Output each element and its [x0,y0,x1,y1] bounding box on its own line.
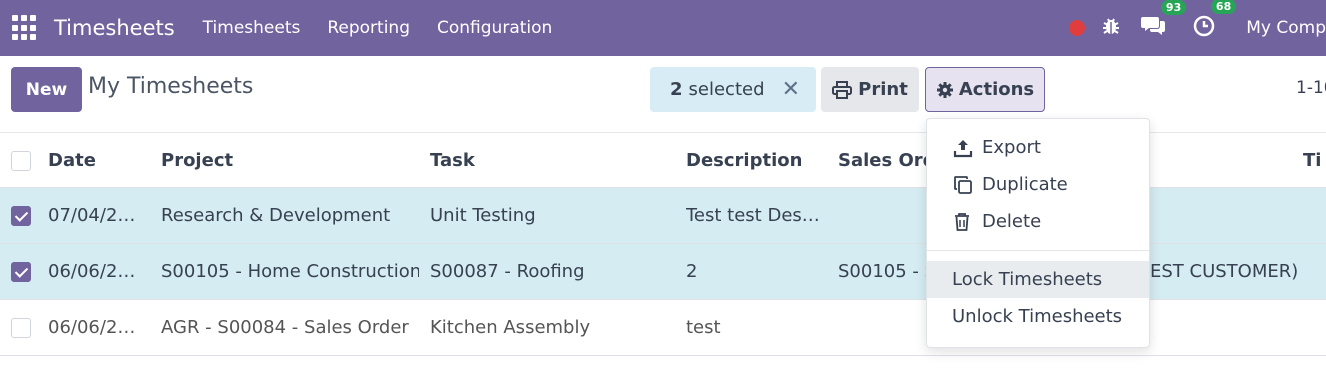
selected-count: 2 [670,79,683,100]
messages-count-badge: 93 [1160,0,1187,15]
menu-item-label: Export [982,137,1041,158]
cell-description: test [686,317,721,338]
row-checkbox[interactable] [11,262,31,282]
row-checkbox[interactable] [11,318,31,338]
col-task[interactable]: Task [430,133,680,187]
selection-indicator: 2 selected ✕ [650,67,816,112]
apps-menu-icon[interactable] [12,15,38,41]
actions-button[interactable]: Actions [925,67,1045,112]
menu-timesheets[interactable]: Timesheets [203,18,301,38]
actions-label: Actions [958,79,1035,100]
print-button[interactable]: Print [821,67,919,112]
menu-item-label: Delete [982,211,1042,232]
actions-dropdown: Export Duplicate Delete Lock Timesheets … [926,118,1150,348]
cell-date: 07/04/2… [48,205,136,226]
top-navbar: Timesheets Timesheets Reporting Configur… [0,0,1326,56]
upload-icon [953,138,975,158]
cell-description: Test test Des… [686,205,820,226]
copy-icon [953,175,975,195]
cell-date: 06/06/2… [48,317,136,338]
cell-sales-order-tail: EST CUSTOMER) [1150,261,1299,282]
select-all-checkbox[interactable] [11,151,31,171]
trash-icon [953,212,975,232]
menu-reporting[interactable]: Reporting [327,18,410,38]
cell-project: S00105 - Home Construction [161,261,419,282]
cell-description: 2 [686,261,698,282]
activities-count-badge: 68 [1210,0,1237,14]
new-button[interactable]: New [11,67,82,112]
menu-item-lock-timesheets[interactable]: Lock Timesheets [927,261,1149,298]
clock-icon [1193,15,1215,37]
chat-icon [1141,17,1166,35]
page-title: My Timesheets [88,74,254,99]
pager-value[interactable]: 1-10 [1296,78,1326,98]
col-date[interactable]: Date [48,133,148,187]
recording-dot-icon[interactable] [1069,20,1086,36]
app-brand[interactable]: Timesheets [54,16,175,40]
menu-item-label: Duplicate [982,174,1068,195]
cell-project: Research & Development [161,205,391,226]
menu-item-delete[interactable]: Delete [927,203,1149,240]
messages-button[interactable]: 93 [1140,0,1187,41]
menu-item-unlock-timesheets[interactable]: Unlock Timesheets [927,298,1149,335]
col-description[interactable]: Description [686,133,826,187]
menu-configuration[interactable]: Configuration [437,18,552,38]
printer-icon [832,80,853,99]
menu-item-duplicate[interactable]: Duplicate [927,166,1149,203]
selected-text: selected [688,79,765,100]
col-time[interactable]: Ti [1303,133,1326,187]
cell-task: Unit Testing [430,205,536,226]
cell-task: Kitchen Assembly [430,317,591,338]
print-label: Print [858,79,908,100]
company-switcher[interactable]: My Comp [1246,18,1326,38]
cell-date: 06/06/2… [48,261,136,282]
menu-item-export[interactable]: Export [927,129,1149,166]
gear-icon [936,81,953,98]
menu-divider [927,250,1149,251]
debug-bug-icon[interactable] [1102,16,1120,40]
cell-project: AGR - S00084 - Sales Order [161,317,409,338]
activities-button[interactable]: 68 [1192,0,1237,42]
row-checkbox[interactable] [11,206,31,226]
next-row-partial [0,356,1326,373]
clear-selection-icon[interactable]: ✕ [782,77,800,102]
col-project[interactable]: Project [161,133,419,187]
cell-task: S00087 - Roofing [430,261,585,282]
